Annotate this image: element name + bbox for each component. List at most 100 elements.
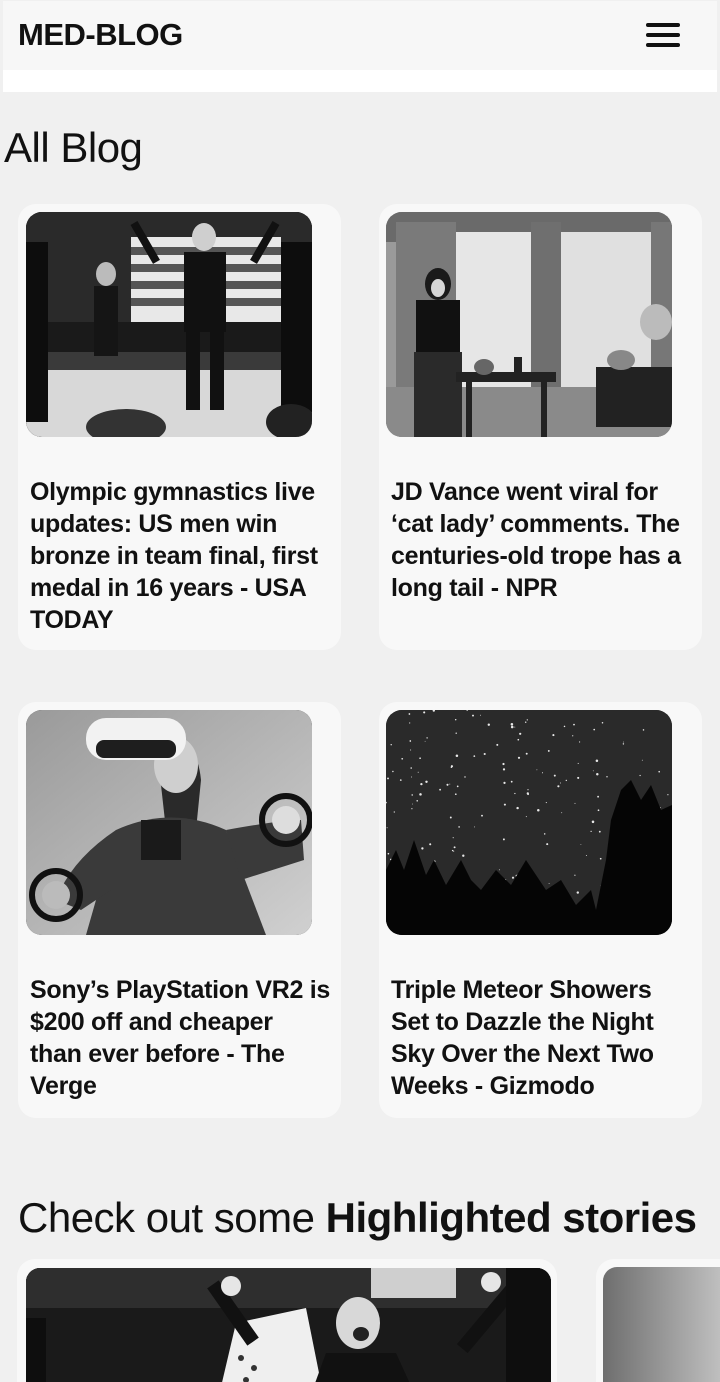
woman-wearing-vr-headset-photo[interactable] [26,710,312,935]
star-dot [514,792,516,795]
star-dot [526,719,528,721]
star-dot [598,830,601,833]
highlighted-story-card[interactable] [596,1259,720,1382]
star-dot [601,721,604,724]
star-dot [517,738,520,741]
star-dot [514,726,516,728]
star-dot [536,769,538,771]
star-dot [546,843,549,846]
star-dot [458,826,460,828]
blog-card-title[interactable]: Sony’s PlayStation VR2 is $200 off and c… [30,974,330,1102]
star-dot [456,785,459,788]
header-bar: MED-BLOG [3,1,717,70]
star-dot [419,793,422,796]
star-dot [487,723,490,726]
star-dot [421,847,424,850]
blog-card[interactable]: Sony’s PlayStation VR2 is $200 off and c… [18,702,341,1118]
star-dot [411,808,413,810]
app-header: MED-BLOG [3,1,717,92]
blog-card[interactable]: Olympic gymnastics live updates: US men … [18,204,341,650]
star-dot [452,837,454,839]
star-dot [547,749,550,752]
star-dot [426,737,428,739]
star-dot [541,772,544,774]
star-dot [517,756,521,759]
star-dot [574,802,576,804]
star-dot [639,774,641,777]
star-dot [473,755,476,757]
star-dot [387,852,390,855]
menu-line [646,23,680,27]
star-dot [511,876,515,879]
blog-card-title[interactable]: Triple Meteor Showers Set to Dazzle the … [391,974,691,1102]
star-dot [498,869,500,871]
starry-night-sky-photo[interactable] [386,710,672,935]
menu-line [646,43,680,47]
star-dot [387,777,389,780]
star-dot [527,789,529,791]
star-dot [409,740,412,742]
star-dot [606,776,608,778]
star-dot [386,827,388,829]
star-dot [392,770,394,773]
star-dot [419,757,421,760]
star-dot [560,782,561,784]
star-dot [408,713,411,715]
star-dot [462,854,465,857]
star-dot [623,741,624,743]
star-dot [565,779,567,782]
vintage-woman-with-cats-photo[interactable] [386,212,672,437]
star-dot [527,793,529,796]
star-dot [424,740,426,742]
star-dot [417,771,419,773]
star-dot [410,749,412,751]
star-dot [502,768,506,771]
blog-card[interactable]: Triple Meteor Showers Set to Dazzle the … [379,702,702,1118]
star-dot [590,830,592,833]
star-dot [453,846,456,849]
star-dot [574,874,576,876]
star-dot [474,826,476,828]
star-dot [671,712,672,714]
star-dot [393,811,395,813]
star-dot [510,725,514,729]
star-dot [543,833,546,835]
menu-line [646,33,680,37]
star-dot [573,723,575,726]
star-dot [516,806,519,810]
star-dot [411,794,413,796]
highlighted-story-card[interactable] [17,1259,557,1382]
blog-card-title[interactable]: JD Vance went viral for ‘cat lady’ comme… [391,476,691,604]
star-dot [480,714,481,716]
star-dot [453,850,455,852]
star-dot [524,721,527,723]
star-dot [595,759,599,762]
star-dot [572,735,574,737]
star-dot [579,741,581,743]
star-dot [525,752,528,755]
star-dot [553,774,556,777]
star-dot [622,743,625,745]
star-dot [390,744,392,746]
highlighted-title-bold: Highlighted stories [325,1194,697,1241]
star-dot [446,783,449,786]
star-dot [593,728,596,731]
star-dot [502,838,505,841]
gymnast-celebrating-photo[interactable] [26,1268,551,1382]
star-dot [411,776,413,778]
star-dot [410,767,412,769]
star-dot [451,849,454,852]
star-dot [464,776,466,778]
star-dot [401,757,404,760]
gymnasts-celebrating-photo[interactable] [26,212,312,437]
star-dot [496,743,499,746]
hamburger-menu-icon[interactable] [643,20,683,50]
brand-logo-text[interactable]: MED-BLOG [18,17,183,53]
blog-card[interactable]: JD Vance went viral for ‘cat lady’ comme… [379,204,702,650]
blog-card-title[interactable]: Olympic gymnastics live updates: US men … [30,476,330,636]
star-dot [519,732,522,735]
star-dot [502,762,505,766]
star-dot [449,783,451,785]
gray-photo[interactable] [603,1267,720,1382]
star-dot [591,820,595,824]
